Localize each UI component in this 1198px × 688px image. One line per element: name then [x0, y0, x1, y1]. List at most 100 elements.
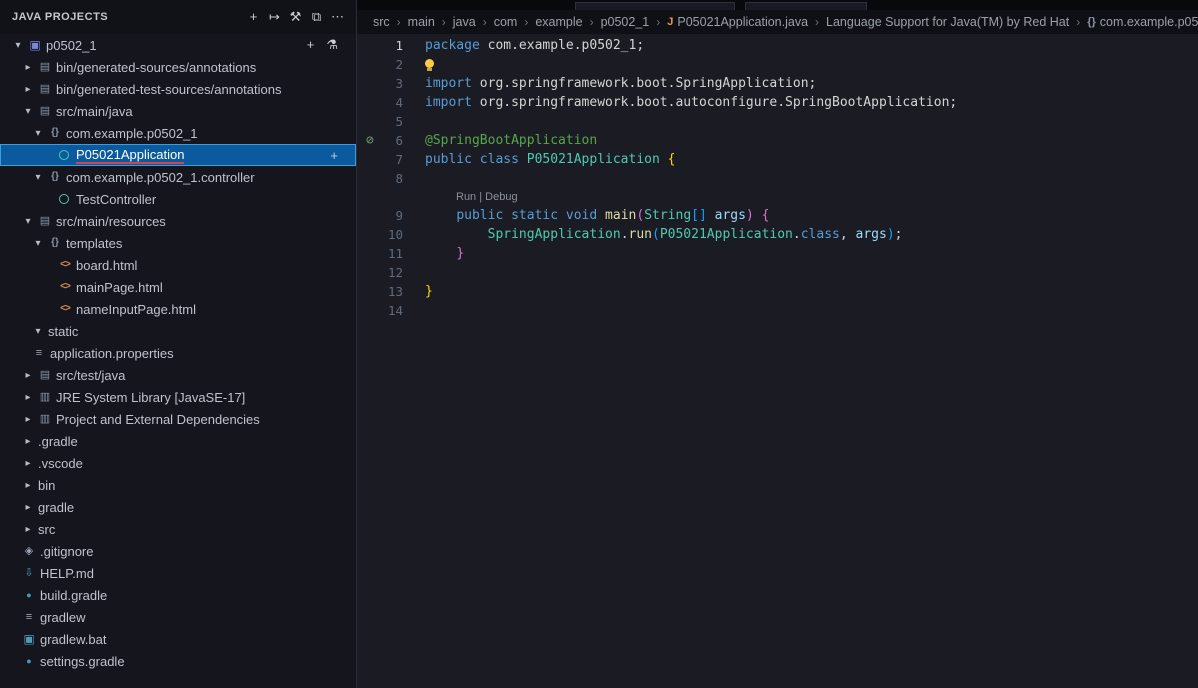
build-icon[interactable]: ⚒ [285, 9, 306, 25]
line-number: 14 [387, 303, 403, 318]
code-line[interactable]: 12 [357, 263, 1198, 282]
tree-item[interactable]: <> mainPage.html [0, 276, 356, 298]
codelens-run-debug[interactable]: Run | Debug [357, 188, 1198, 206]
editor-tab[interactable] [745, 2, 867, 10]
tree-item[interactable]: ▾ static [0, 320, 356, 342]
line-number: 7 [395, 152, 403, 167]
project-tree: ▾ ▣ p0502_1 + ⚗ ▸ ▤ bin/generated-sources/annot… [0, 34, 356, 688]
chevron-down-icon[interactable]: ▾ [30, 172, 46, 183]
tree-item[interactable]: ▾ ▤ src/main/resources [0, 210, 356, 232]
breadcrumb-item[interactable]: p0502_1 [601, 15, 650, 29]
chevron-down-icon[interactable]: ▾ [30, 326, 46, 337]
add-icon[interactable]: + [330, 148, 338, 163]
chevron-right-icon[interactable]: ▸ [20, 392, 36, 403]
tree-item-label: com.example.p0502_1 [66, 125, 198, 141]
add-icon[interactable]: + [307, 37, 315, 53]
tree-item[interactable]: ≡ gradlew [0, 606, 356, 628]
code-line[interactable]: 7 public class P05021Application { [357, 150, 1198, 169]
code-line[interactable]: 1 package com.example.p0502_1; [357, 36, 1198, 55]
tree-item[interactable]: ▸ ▥ JRE System Library [JavaSE-17] [0, 386, 356, 408]
tree-item[interactable]: P05021Application + [0, 144, 356, 166]
tree-item[interactable]: ● build.gradle [0, 584, 356, 606]
tree-item[interactable]: <> nameInputPage.html [0, 298, 356, 320]
tree-item-label: src [38, 521, 56, 537]
html-icon: <> [60, 281, 71, 292]
breadcrumb-item[interactable]: src [373, 15, 390, 29]
line-number: 1 [395, 38, 403, 53]
add-icon[interactable]: + [243, 9, 264, 25]
chevron-right-icon[interactable]: ▸ [20, 84, 36, 95]
tree-item[interactable]: ▾ ▤ src/main/java [0, 100, 356, 122]
chevron-down-icon[interactable]: ▾ [20, 106, 36, 117]
copy-icon[interactable]: ⧉ [306, 9, 327, 25]
namespace-icon: {} [51, 127, 59, 138]
editor-pane: src › main › java › com › example › p0502_1 › J P0502… [357, 0, 1198, 688]
chevron-right-icon[interactable]: ▸ [20, 458, 36, 469]
code-line[interactable]: 10 SpringApplication.run(P05021Applicati… [357, 225, 1198, 244]
tree-item-label: com.example.p0502_1.controller [66, 169, 255, 185]
chevron-right-icon[interactable]: ▸ [20, 62, 36, 73]
code-line[interactable]: 9 public static void main(String[] args)… [357, 206, 1198, 225]
tree-item-label: TestController [76, 191, 157, 207]
breadcrumb-item[interactable]: Language Support for Java(TM) by Red Hat [826, 15, 1069, 29]
tree-item[interactable]: ▾ {} com.example.p0502_1 [0, 122, 356, 144]
code-line[interactable]: 8 [357, 169, 1198, 188]
code-line[interactable]: 4 import org.springframework.boot.autocon… [357, 93, 1198, 112]
tree-item[interactable]: ▸ ▤ bin/generated-sources/annotations [0, 56, 356, 78]
chevron-right-icon[interactable]: ▸ [20, 370, 36, 381]
breadcrumb-item[interactable]: {}com.example.p0502_1 [1087, 15, 1198, 29]
line-number: 10 [387, 227, 403, 242]
editor-tab[interactable] [575, 2, 735, 10]
lightbulb-icon[interactable] [425, 59, 434, 71]
tree-item[interactable]: ▸ ▤ src/test/java [0, 364, 356, 386]
tree-item[interactable]: ▸ gradle [0, 496, 356, 518]
chevron-right-icon[interactable]: ▸ [20, 502, 36, 513]
breadcrumb-item[interactable]: J P05021Application.java [667, 15, 808, 29]
chevron-right-icon[interactable]: ▸ [20, 414, 36, 425]
code-line[interactable]: 13} [357, 282, 1198, 301]
breadcrumb-item[interactable]: main [408, 15, 435, 29]
code-line-text: import org.springframework.boot.SpringAp… [403, 74, 816, 93]
chevron-down-icon[interactable]: ▾ [30, 128, 46, 139]
tree-item[interactable]: ▾ ▣ p0502_1 + ⚗ [0, 34, 356, 56]
code-line[interactable]: 5 [357, 112, 1198, 131]
code-line[interactable]: 14 [357, 301, 1198, 320]
tree-item[interactable]: ◈ .gitignore [0, 540, 356, 562]
tree-item[interactable]: ▾ {} templates [0, 232, 356, 254]
code-editor[interactable]: 1 package com.example.p0502_1; 2 3 import or… [357, 34, 1198, 688]
chevron-right-icon[interactable]: ▸ [20, 436, 36, 447]
chevron-right-icon[interactable]: ▸ [20, 524, 36, 535]
code-line[interactable]: 3 import org.springframework.boot.SpringA… [357, 74, 1198, 93]
code-line[interactable]: 11 } [357, 244, 1198, 263]
tree-item[interactable]: ▾ {} com.example.p0502_1.controller [0, 166, 356, 188]
tree-item[interactable]: ≡ application.properties [0, 342, 356, 364]
breadcrumb-item[interactable]: com [494, 15, 518, 29]
breadcrumb-item[interactable]: example [535, 15, 582, 29]
tree-item[interactable]: ⇩ HELP.md [0, 562, 356, 584]
tree-item[interactable]: ▸ .gradle [0, 430, 356, 452]
link-external-icon[interactable]: ↦ [264, 9, 285, 25]
chevron-down-icon[interactable]: ▾ [10, 40, 26, 51]
chevron-right-icon[interactable]: ▸ [20, 480, 36, 491]
code-token: String [644, 208, 692, 223]
code-line[interactable]: 6 ⊘ @SpringBootApplication [357, 131, 1198, 150]
tree-item[interactable]: ▸ src [0, 518, 356, 540]
tree-item[interactable]: ▸ ▤ bin/generated-test-sources/annotations [0, 78, 356, 100]
code-line[interactable]: 2 [357, 55, 1198, 74]
tree-item[interactable]: ▸ bin [0, 474, 356, 496]
more-actions-icon[interactable]: ⋯ [327, 9, 348, 25]
tree-item[interactable]: ▸ .vscode [0, 452, 356, 474]
tree-item[interactable]: <> board.html [0, 254, 356, 276]
breadcrumb-item[interactable]: java [453, 15, 476, 29]
tree-item-label: P05021Application [76, 146, 185, 164]
chevron-down-icon[interactable]: ▾ [20, 216, 36, 227]
chevron-down-icon[interactable]: ▾ [30, 238, 46, 249]
tree-item[interactable]: ● settings.gradle [0, 650, 356, 672]
tree-item[interactable]: TestController [0, 188, 356, 210]
tree-item[interactable]: ▣ gradlew.bat [0, 628, 356, 650]
flask-icon[interactable]: ⚗ [326, 37, 338, 53]
tree-item[interactable]: ▸ ▥ Project and External Dependencies [0, 408, 356, 430]
